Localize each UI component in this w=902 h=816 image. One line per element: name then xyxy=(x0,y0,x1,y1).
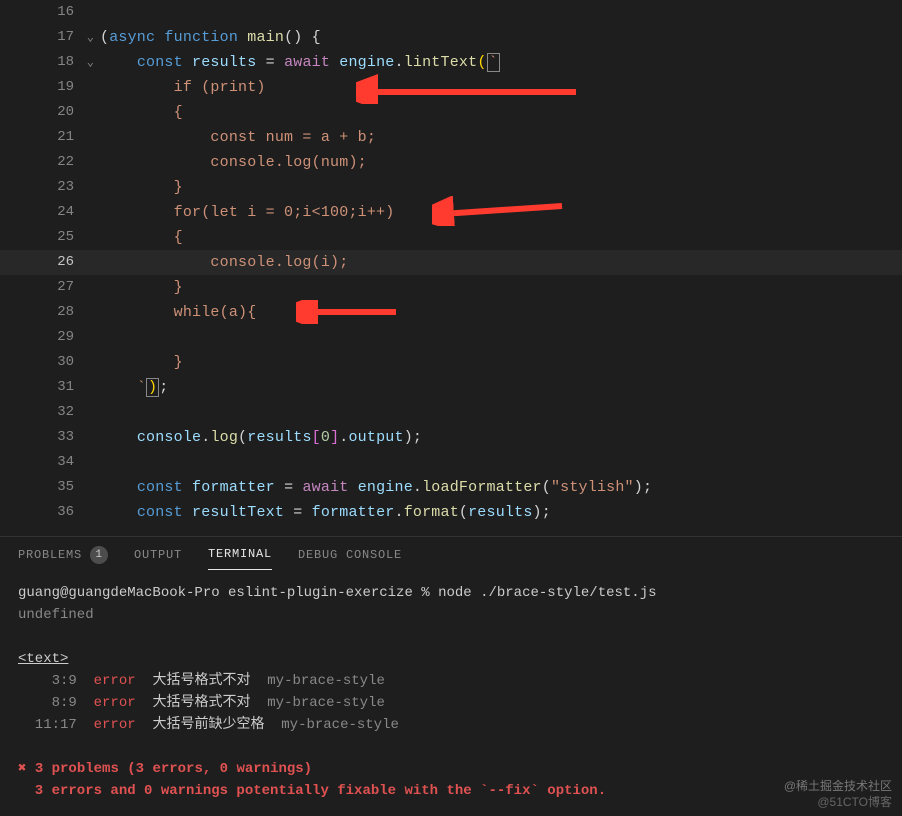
code-content[interactable]: console.log(i); xyxy=(100,250,348,275)
terminal-line: guang@guangdeMacBook-Pro eslint-plugin-e… xyxy=(18,582,884,604)
code-content[interactable]: console.log(results[0].output); xyxy=(100,425,422,450)
line-number: 21 xyxy=(0,125,100,150)
line-number: 35 xyxy=(0,475,100,500)
tab-debug-console[interactable]: DEBUG CONSOLE xyxy=(298,540,402,570)
code-content[interactable]: } xyxy=(100,275,183,300)
code-content[interactable]: for(let i = 0;i<100;i++) xyxy=(100,200,394,225)
code-line[interactable]: 31 `); xyxy=(0,375,902,400)
line-number: 19 xyxy=(0,75,100,100)
code-editor[interactable]: 1617⌄(async function main() {18⌄ const r… xyxy=(0,0,902,536)
line-number: 27 xyxy=(0,275,100,300)
code-content[interactable]: while(a){ xyxy=(100,300,256,325)
code-line[interactable]: 32 xyxy=(0,400,902,425)
line-number: 30 xyxy=(0,350,100,375)
code-content[interactable]: } xyxy=(100,350,183,375)
code-line[interactable]: 29 xyxy=(0,325,902,350)
code-content[interactable]: console.log(num); xyxy=(100,150,367,175)
line-number: 16 xyxy=(0,0,100,25)
lint-error-row: 3:9 error 大括号格式不对 my-brace-style xyxy=(18,670,884,692)
code-content[interactable]: const formatter = await engine.loadForma… xyxy=(100,475,652,500)
line-number: 25 xyxy=(0,225,100,250)
code-line[interactable]: 26 console.log(i); xyxy=(0,250,902,275)
code-line[interactable]: 21 const num = a + b; xyxy=(0,125,902,150)
code-content[interactable]: if (print) xyxy=(100,75,266,100)
line-number: 33 xyxy=(0,425,100,450)
code-content[interactable]: `); xyxy=(100,375,168,400)
lint-summary: ✖ 3 problems (3 errors, 0 warnings) xyxy=(18,758,884,780)
tab-terminal[interactable]: TERMINAL xyxy=(208,539,272,570)
code-line[interactable]: 24 for(let i = 0;i<100;i++) xyxy=(0,200,902,225)
code-content[interactable]: { xyxy=(100,225,183,250)
code-line[interactable]: 34 xyxy=(0,450,902,475)
code-line[interactable]: 23 } xyxy=(0,175,902,200)
tab-problems-label: PROBLEMS xyxy=(18,548,82,562)
code-line[interactable]: 30 } xyxy=(0,350,902,375)
fold-chevron-icon[interactable]: ⌄ xyxy=(87,50,94,75)
code-line[interactable]: 27 } xyxy=(0,275,902,300)
line-number: 17⌄ xyxy=(0,25,100,50)
line-number: 18⌄ xyxy=(0,50,100,75)
fold-chevron-icon[interactable]: ⌄ xyxy=(87,25,94,50)
bottom-panel: PROBLEMS 1 OUTPUT TERMINAL DEBUG CONSOLE… xyxy=(0,536,902,816)
tab-output[interactable]: OUTPUT xyxy=(134,540,182,570)
code-content[interactable]: const num = a + b; xyxy=(100,125,376,150)
code-line[interactable]: 16 xyxy=(0,0,902,25)
code-line[interactable]: 35 const formatter = await engine.loadFo… xyxy=(0,475,902,500)
code-line[interactable]: 28 while(a){ xyxy=(0,300,902,325)
lint-error-row: 8:9 error 大括号格式不对 my-brace-style xyxy=(18,692,884,714)
code-line[interactable]: 20 { xyxy=(0,100,902,125)
line-number: 28 xyxy=(0,300,100,325)
line-number: 29 xyxy=(0,325,100,350)
code-content[interactable]: const resultText = formatter.format(resu… xyxy=(100,500,551,525)
line-number: 22 xyxy=(0,150,100,175)
terminal-line xyxy=(18,626,884,648)
line-number: 23 xyxy=(0,175,100,200)
code-line[interactable]: 25 { xyxy=(0,225,902,250)
code-line[interactable]: 18⌄ const results = await engine.lintTex… xyxy=(0,50,902,75)
line-number: 36 xyxy=(0,500,100,525)
code-content[interactable]: (async function main() { xyxy=(100,25,321,50)
code-content[interactable]: const results = await engine.lintText(` xyxy=(100,50,500,75)
line-number: 26 xyxy=(0,250,100,275)
line-number: 24 xyxy=(0,200,100,225)
lint-error-row: 11:17 error 大括号前缺少空格 my-brace-style xyxy=(18,714,884,736)
terminal-line: undefined xyxy=(18,604,884,626)
terminal-line: <text> xyxy=(18,648,884,670)
code-content[interactable]: } xyxy=(100,175,183,200)
line-number: 20 xyxy=(0,100,100,125)
code-line[interactable]: 19 if (print) xyxy=(0,75,902,100)
line-number: 32 xyxy=(0,400,100,425)
tab-problems[interactable]: PROBLEMS 1 xyxy=(18,538,108,572)
problems-count-badge: 1 xyxy=(90,546,108,564)
terminal-output[interactable]: guang@guangdeMacBook-Pro eslint-plugin-e… xyxy=(0,572,902,812)
code-line[interactable]: 36 const resultText = formatter.format(r… xyxy=(0,500,902,525)
code-line[interactable]: 33 console.log(results[0].output); xyxy=(0,425,902,450)
code-line[interactable]: 22 console.log(num); xyxy=(0,150,902,175)
code-line[interactable]: 17⌄(async function main() { xyxy=(0,25,902,50)
line-number: 31 xyxy=(0,375,100,400)
terminal-line xyxy=(18,736,884,758)
lint-summary: 3 errors and 0 warnings potentially fixa… xyxy=(18,780,884,802)
code-content[interactable]: { xyxy=(100,100,183,125)
panel-tabs: PROBLEMS 1 OUTPUT TERMINAL DEBUG CONSOLE xyxy=(0,537,902,572)
line-number: 34 xyxy=(0,450,100,475)
